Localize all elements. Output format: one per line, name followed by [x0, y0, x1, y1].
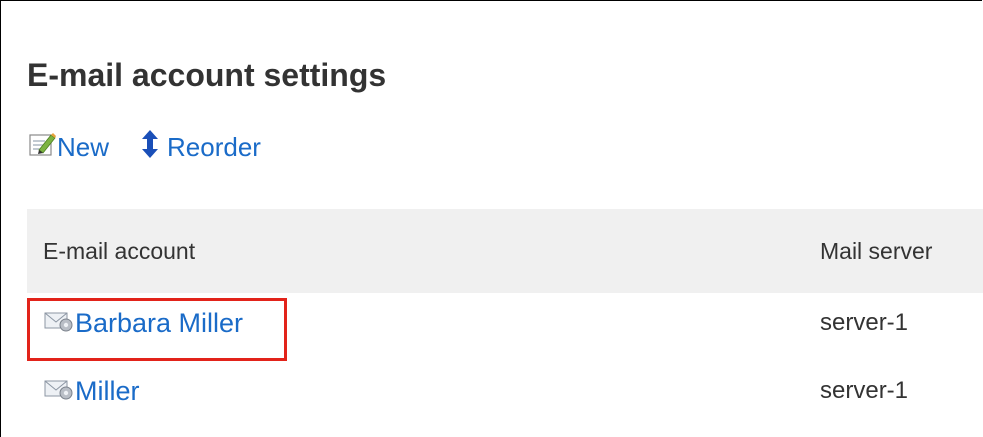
reorder-arrows-icon [139, 129, 161, 166]
column-header-email-account: E-mail account [43, 238, 196, 264]
toolbar: New Reorder [27, 129, 261, 165]
mail-settings-icon [44, 308, 74, 339]
mail-settings-icon [44, 376, 74, 407]
account-link-miller[interactable]: Miller [44, 376, 140, 407]
account-cell: Miller [44, 355, 140, 427]
new-document-pencil-icon [27, 131, 57, 164]
column-header-mail-server: Mail server [820, 238, 933, 264]
reorder-button-label: Reorder [167, 131, 261, 162]
table-row: Miller server-1 [27, 365, 983, 437]
account-link-barbara-miller[interactable]: Barbara Miller [44, 308, 243, 339]
table-header: E-mail account Mail server [27, 209, 983, 293]
reorder-button[interactable]: Reorder [139, 129, 261, 166]
new-button[interactable]: New [27, 131, 109, 164]
new-button-label: New [57, 131, 110, 162]
account-cell: Barbara Miller [44, 287, 243, 359]
account-name: Miller [75, 375, 140, 406]
account-name: Barbara Miller [75, 307, 244, 338]
email-account-table: E-mail account Mail server Barbara Mille… [27, 209, 983, 437]
page-title: E-mail account settings [27, 57, 387, 93]
server-cell: server-1 [820, 309, 909, 336]
server-cell: server-1 [820, 377, 909, 404]
content-frame: E-mail account settings New Reorder E-ma… [0, 0, 983, 437]
